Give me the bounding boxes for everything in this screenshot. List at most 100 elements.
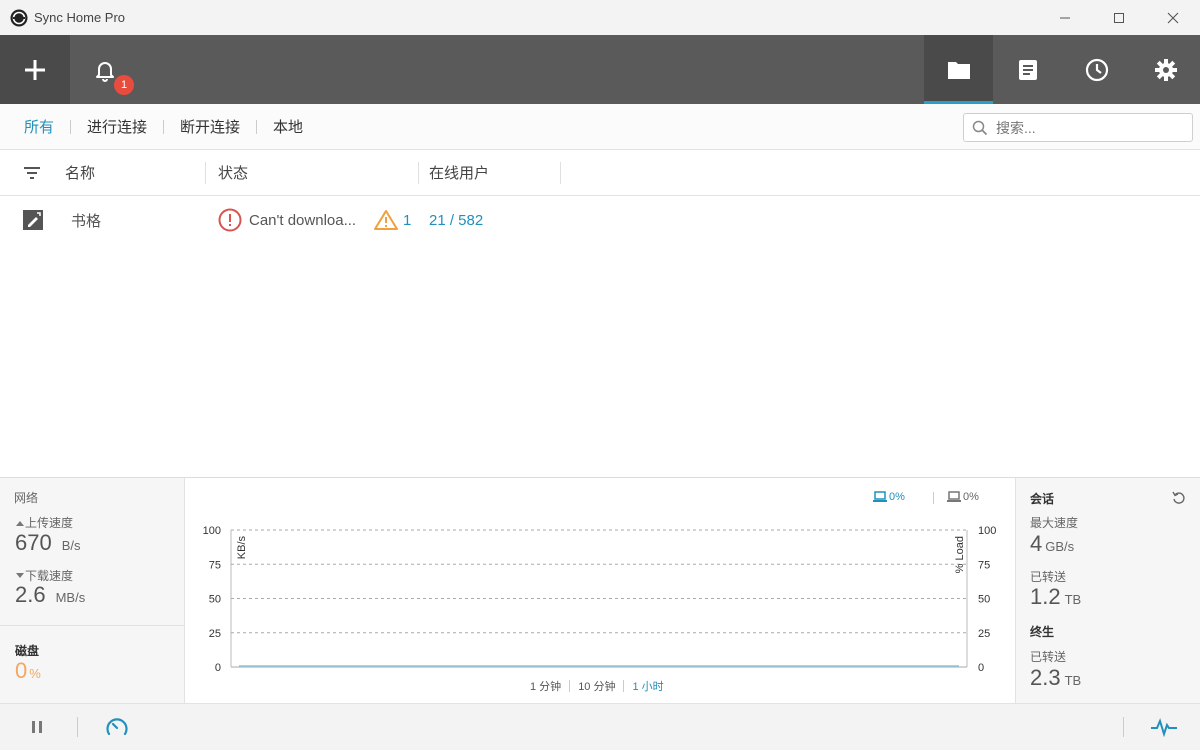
chart-plot: 100 100 75 75 50 50 25 25 0 0 KB/s % Load [203, 525, 997, 674]
y2-tick-label: 0 [978, 662, 984, 674]
divider [256, 119, 258, 134]
sort-filter-button[interactable] [22, 150, 42, 195]
close-button[interactable] [1146, 0, 1200, 35]
main-toolbar: 1 [0, 35, 1200, 104]
divider [77, 717, 78, 737]
disk-panel: 磁盘 0 % [0, 626, 185, 704]
notification-badge: 1 [114, 75, 134, 95]
warning-indicator[interactable] [373, 196, 399, 244]
divider [163, 119, 165, 134]
status-bar [0, 703, 1200, 750]
add-button[interactable] [0, 35, 70, 104]
tab-log[interactable] [993, 35, 1062, 104]
download-value: 2.6 [15, 582, 46, 607]
gear-icon [1154, 58, 1177, 81]
folder-icon [947, 61, 970, 79]
stats-panel: 网络 上传速度 670 B/s 下载速度 2.6 MB/s 磁盘 0 % 0% [0, 477, 1200, 704]
window-title: Sync Home Pro [34, 10, 126, 25]
speedometer-icon[interactable] [105, 715, 129, 739]
upload-label: 上传速度 [25, 516, 74, 530]
y-axis-label: KB/s [236, 536, 248, 560]
reset-icon[interactable] [1172, 491, 1186, 505]
filter-tab-all[interactable]: 所有 [24, 116, 54, 137]
divider [1123, 717, 1124, 737]
table-header: 名称 状态 在线用户 [0, 150, 1200, 196]
disk-title: 磁盘 [15, 644, 40, 658]
session-panel: 会话 最大速度 4 GB/s 已转送 1.2 TB 终生 已转送 2.3 TB [1015, 478, 1200, 704]
disk-value: 0 [15, 658, 28, 683]
maximize-icon [1114, 12, 1124, 23]
pause-icon[interactable] [29, 719, 45, 735]
y-tick-label: 100 [203, 525, 221, 537]
session-transferred-unit: TB [1064, 592, 1082, 607]
max-speed-unit: GB/s [1045, 539, 1075, 554]
max-speed-label: 最大速度 [1030, 516, 1079, 530]
search-icon [972, 120, 988, 135]
online-users-count: 21 / 582 [429, 211, 484, 229]
warning-count: 1 [403, 211, 412, 229]
arrow-up-icon [16, 520, 24, 526]
lifetime-transferred-label: 已转送 [1030, 650, 1067, 664]
maximize-button[interactable] [1092, 0, 1146, 35]
y2-tick-label: 50 [978, 594, 990, 606]
column-header-name[interactable]: 名称 [65, 150, 95, 195]
search-input[interactable] [994, 118, 1178, 137]
filter-lines-icon [24, 166, 40, 179]
filter-tab-disconnected[interactable]: 断开连接 [180, 116, 240, 137]
divider [623, 680, 625, 692]
status-text: Can't downloa... [249, 211, 357, 229]
table-row[interactable]: 书格 Can't downloa... 1 21 / 582 [0, 196, 1200, 244]
time-range-1min[interactable]: 1 分钟 [530, 678, 561, 694]
y-tick-label: 50 [209, 594, 221, 606]
column-header-online-users[interactable]: 在线用户 [429, 150, 489, 195]
upload-value: 670 [15, 530, 52, 555]
download-unit: MB/s [55, 590, 86, 605]
y2-axis-label: % Load [954, 536, 966, 573]
y2-tick-label: 100 [978, 525, 996, 537]
search-box[interactable] [963, 113, 1193, 142]
upload-unit: B/s [61, 538, 81, 553]
y-tick-label: 75 [209, 559, 221, 571]
notifications-button[interactable] [70, 35, 140, 104]
warning-triangle-icon [374, 210, 398, 230]
divider [70, 119, 72, 134]
column-divider [418, 162, 419, 184]
bell-icon [96, 61, 114, 82]
arrow-down-icon [16, 572, 24, 578]
column-header-status[interactable]: 状态 [218, 150, 248, 195]
tab-settings[interactable] [1131, 35, 1200, 104]
close-icon [1167, 12, 1179, 23]
session-transferred-label: 已转送 [1030, 570, 1067, 584]
time-range-10min[interactable]: 10 分钟 [578, 678, 615, 694]
column-divider [205, 162, 206, 184]
tab-history[interactable] [1062, 35, 1131, 104]
filter-tab-connecting[interactable]: 进行连接 [87, 116, 147, 137]
activity-pulse-icon[interactable] [1150, 717, 1178, 737]
network-title: 网络 [14, 491, 39, 505]
tab-folders[interactable] [924, 35, 993, 104]
title-bar: Sync Home Pro [0, 0, 1200, 35]
plus-icon [25, 59, 45, 80]
app-logo-icon [10, 9, 28, 26]
error-circle-icon [218, 208, 242, 232]
folder-list-empty-area [0, 244, 1200, 477]
lifetime-title: 终生 [1030, 625, 1055, 639]
folder-name: 书格 [71, 212, 102, 230]
disk-unit: % [29, 666, 41, 681]
divider [569, 680, 571, 692]
document-list-icon [1018, 59, 1037, 80]
y-tick-label: 0 [215, 662, 221, 674]
lifetime-transferred-unit: TB [1064, 673, 1082, 688]
throughput-chart: 0% 0% 100 100 75 75 50 50 25 25 0 0 KB/s% Load 1 分… [185, 478, 1015, 704]
time-range-1hour[interactable]: 1 小时 [632, 678, 663, 694]
minimize-button[interactable] [1038, 0, 1092, 35]
y2-tick-label: 25 [978, 628, 990, 640]
y-tick-label: 25 [209, 628, 221, 640]
folder-edit-icon [23, 210, 43, 230]
column-divider [560, 162, 561, 184]
network-panel: 网络 上传速度 670 B/s 下载速度 2.6 MB/s [0, 478, 185, 626]
session-transferred-value: 1.2 [1030, 584, 1061, 609]
filter-tab-local[interactable]: 本地 [273, 116, 303, 137]
minimize-icon [1060, 17, 1070, 18]
session-title: 会话 [1030, 492, 1055, 506]
